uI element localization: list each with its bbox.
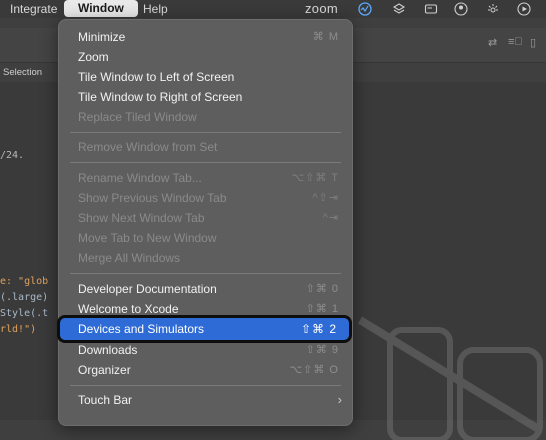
- brightness-icon[interactable]: [486, 2, 500, 16]
- menu-item-label: Zoom: [78, 50, 109, 64]
- menu-item-shortcut: ⇧⌘ 1: [305, 303, 339, 315]
- menu-item-label: Show Next Window Tab: [78, 211, 205, 225]
- menu-item-welcome-xcode[interactable]: Welcome to Xcode ⇧⌘ 1: [59, 299, 352, 319]
- user-icon[interactable]: [454, 2, 468, 16]
- menu-item-remove-from-set[interactable]: Remove Window from Set: [59, 137, 352, 157]
- menu-item-label: Replace Tiled Window: [78, 110, 197, 124]
- menu-separator: [70, 162, 341, 163]
- menu-item-label: Move Tab to New Window: [78, 231, 217, 245]
- menu-item-label: Tile Window to Right of Screen: [78, 90, 243, 104]
- menu-item-label: Welcome to Xcode: [78, 302, 179, 316]
- menu-item-devices-and-simulators[interactable]: Devices and Simulators ⇧⌘ 2: [60, 318, 349, 340]
- menu-item-shortcut: ⇧⌘ 9: [305, 344, 339, 356]
- menu-bar: Integrate Window Help zoom: [0, 0, 546, 18]
- code-line: (.large): [0, 292, 49, 303]
- menu-item-label: Devices and Simulators: [78, 322, 205, 336]
- menu-item-label: Developer Documentation: [78, 282, 217, 296]
- menu-item-shortcut: ⌥⇧⌘ T: [291, 172, 339, 184]
- menu-item-next-tab[interactable]: Show Next Window Tab ^⇥: [59, 208, 352, 228]
- menu-item-organizer[interactable]: Organizer ⌥⇧⌘ O: [59, 360, 352, 380]
- code-line: rld!"): [0, 324, 37, 335]
- play-icon[interactable]: [517, 2, 531, 16]
- menu-help[interactable]: Help: [143, 2, 168, 16]
- selection-tab-label: Selection: [3, 67, 43, 78]
- menu-item-shortcut: ⇧⌘ 2: [300, 322, 337, 336]
- menu-integrate[interactable]: Integrate: [10, 2, 57, 16]
- code-line: Style(.t: [0, 308, 49, 319]
- menu-item-zoom[interactable]: Zoom: [59, 47, 352, 67]
- menu-item-tile-left[interactable]: Tile Window to Left of Screen: [59, 67, 352, 87]
- menu-separator: [70, 273, 341, 274]
- chevron-right-icon: ›: [337, 392, 342, 407]
- menu-item-label: Rename Window Tab...: [78, 171, 202, 185]
- menu-item-move-tab[interactable]: Move Tab to New Window: [59, 228, 352, 248]
- inspector-icon[interactable]: ≡⃞: [508, 36, 523, 48]
- zoom-menubar-label[interactable]: zoom: [305, 1, 338, 16]
- menu-item-developer-documentation[interactable]: Developer Documentation ⇧⌘ 0: [59, 279, 352, 299]
- menu-item-touch-bar[interactable]: Touch Bar ›: [59, 390, 352, 410]
- menu-item-merge-windows[interactable]: Merge All Windows: [59, 248, 352, 268]
- menu-item-label: Show Previous Window Tab: [78, 191, 227, 205]
- code-line: e: "glob: [0, 276, 49, 287]
- code-line: /24.: [0, 150, 25, 161]
- menu-item-replace-tiled[interactable]: Replace Tiled Window: [59, 107, 352, 127]
- layers-icon[interactable]: [392, 2, 406, 16]
- menu-item-label: Organizer: [78, 363, 131, 377]
- menu-separator: [70, 132, 341, 133]
- menu-item-label: Tile Window to Left of Screen: [78, 70, 235, 84]
- preview-device-icon: [357, 316, 543, 440]
- menu-item-minimize[interactable]: Minimize ⌘ M: [59, 27, 352, 47]
- menu-item-shortcut: ⌘ M: [312, 31, 339, 43]
- card-icon[interactable]: [424, 2, 438, 16]
- menu-item-previous-tab[interactable]: Show Previous Window Tab ^⇧⇥: [59, 188, 352, 208]
- menu-item-tile-right[interactable]: Tile Window to Right of Screen: [59, 87, 352, 107]
- menu-separator: [70, 385, 341, 386]
- activity-icon[interactable]: [358, 2, 372, 16]
- menu-item-shortcut: ^⇥: [322, 212, 339, 224]
- menu-item-rename-tab[interactable]: Rename Window Tab... ⌥⇧⌘ T: [59, 168, 352, 188]
- menu-item-label: Downloads: [78, 343, 138, 357]
- swap-icon[interactable]: ⇄: [488, 36, 497, 49]
- menu-window[interactable]: Window: [64, 0, 138, 17]
- selection-tab[interactable]: Selection: [0, 62, 56, 82]
- menu-item-downloads[interactable]: Downloads ⇧⌘ 9: [59, 340, 352, 360]
- menu-item-shortcut: ⇧⌘ 0: [305, 283, 339, 295]
- menu-item-label: Merge All Windows: [78, 251, 181, 265]
- panel-icon[interactable]: ▯: [530, 36, 536, 49]
- menu-item-label: Remove Window from Set: [78, 140, 218, 154]
- menu-item-label: Minimize: [78, 30, 126, 44]
- menu-item-label: Touch Bar: [78, 393, 133, 407]
- window-menu: Minimize ⌘ M Zoom Tile Window to Left of…: [58, 19, 353, 426]
- menu-item-shortcut: ^⇧⇥: [312, 192, 339, 204]
- menu-item-shortcut: ⌥⇧⌘ O: [289, 364, 339, 376]
